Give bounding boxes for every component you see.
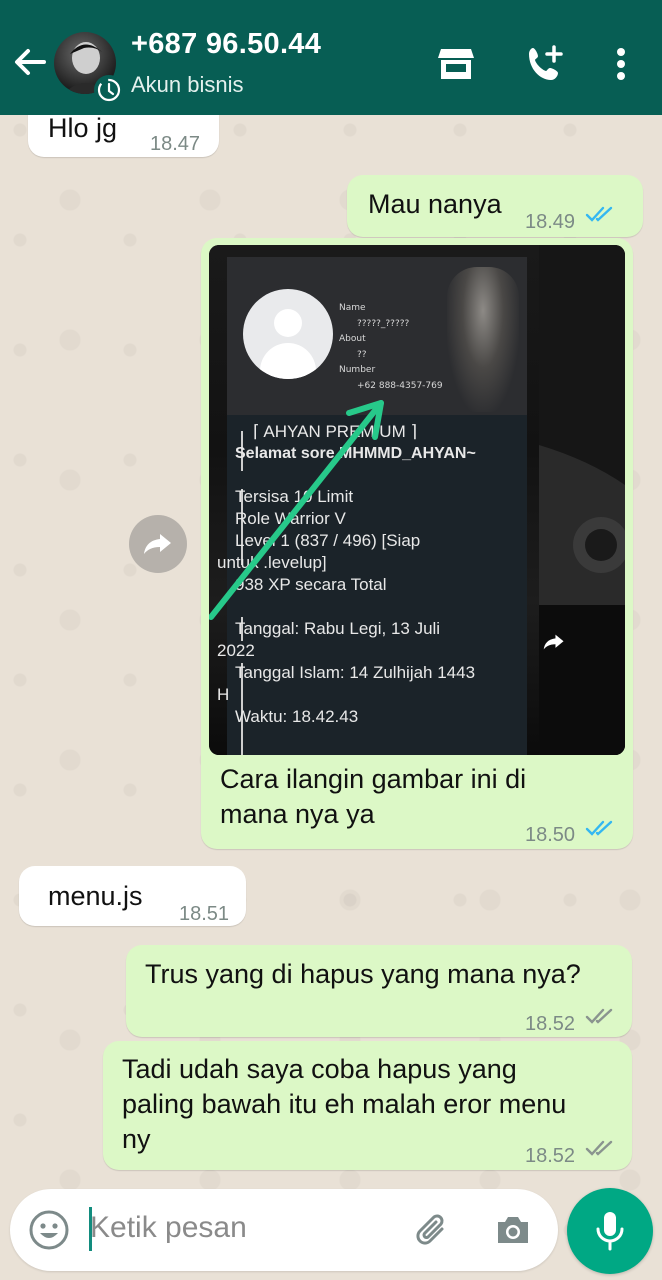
mic-icon — [596, 1212, 624, 1251]
contact-name[interactable]: +687 96.50.44 — [131, 28, 321, 61]
emoji-icon[interactable] — [26, 1207, 72, 1253]
message-outgoing-image[interactable]: Name ?????_????? About ?? Number +62 888… — [201, 238, 633, 849]
message-outgoing[interactable]: Trus yang di hapus yang mana nya? 18.52 — [126, 945, 632, 1037]
message-time: 18.47 — [150, 133, 201, 155]
image-caption: Cara ilangin gambar ini di mana nya ya — [220, 762, 526, 832]
chat-header: +687 96.50.44 Akun bisnis — [0, 0, 662, 115]
forward-icon — [144, 534, 171, 554]
camera-icon[interactable] — [492, 1209, 534, 1251]
message-input[interactable]: Ketik pesan — [90, 1211, 247, 1245]
message-line: ny — [122, 1124, 151, 1154]
forward-button[interactable] — [129, 515, 187, 573]
business-badge-icon — [94, 75, 124, 105]
message-text: Trus yang di hapus yang mana nya? — [145, 959, 581, 989]
message-time: 18.51 — [179, 903, 230, 925]
caption-line: mana nya ya — [220, 799, 375, 829]
caption-line: Cara ilangin gambar ini di — [220, 764, 527, 794]
more-options-icon[interactable] — [597, 40, 645, 88]
message-text: Hlo jg — [48, 113, 118, 143]
message-time: 18.52 — [525, 1013, 576, 1035]
image-forward-icon — [543, 634, 564, 650]
message-time: 18.52 — [525, 1145, 576, 1167]
mic-button[interactable] — [567, 1188, 653, 1274]
message-text: Mau nanya — [368, 189, 502, 219]
read-tick-icon — [585, 206, 613, 222]
add-call-icon[interactable] — [521, 40, 569, 88]
message-input-bar: Ketik pesan — [10, 1189, 558, 1271]
message-outgoing[interactable]: Mau nanya 18.49 — [347, 175, 643, 237]
message-line: Tadi udah saya coba hapus yang — [122, 1054, 517, 1084]
message-text: Tadi udah saya coba hapus yang paling ba… — [122, 1052, 566, 1157]
message-incoming[interactable]: menu.js 18.51 — [19, 866, 246, 926]
delivered-tick-icon — [585, 1008, 613, 1024]
message-time: 18.49 — [525, 211, 576, 233]
contact-subtitle[interactable]: Akun bisnis — [131, 72, 244, 98]
delivered-tick-icon — [585, 1140, 613, 1156]
attach-icon[interactable] — [412, 1209, 454, 1251]
green-arrow-annotation — [209, 400, 384, 620]
back-arrow-icon[interactable] — [8, 40, 52, 84]
message-text: menu.js — [48, 881, 143, 911]
read-tick-icon — [585, 820, 613, 836]
message-outgoing[interactable]: Tadi udah saya coba hapus yang paling ba… — [103, 1041, 632, 1170]
message-time: 18.50 — [525, 824, 576, 846]
message-line: paling bawah itu eh malah eror menu — [122, 1089, 567, 1119]
shop-icon[interactable] — [432, 40, 480, 88]
message-image[interactable]: Name ?????_????? About ?? Number +62 888… — [209, 245, 625, 755]
